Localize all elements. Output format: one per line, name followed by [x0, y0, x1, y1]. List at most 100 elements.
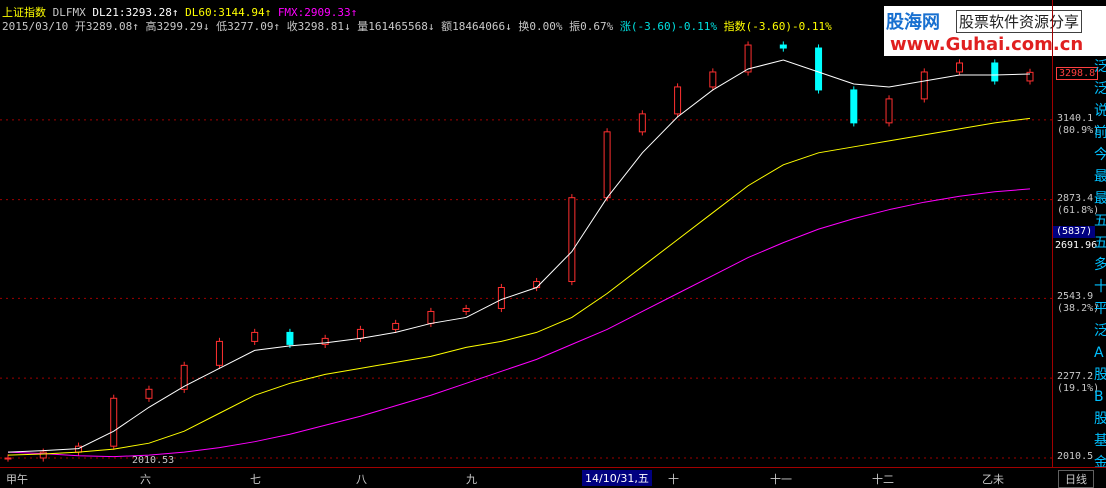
candle	[638, 110, 646, 136]
quote-date: 2015/03/10	[2, 20, 69, 33]
indicator-name: DLFMX	[52, 6, 86, 19]
candle	[1026, 68, 1034, 85]
candle	[885, 95, 893, 127]
candle-body	[920, 71, 928, 100]
candle-body	[850, 89, 858, 124]
candle	[533, 277, 541, 292]
x-tick-label-4: 九	[466, 473, 477, 486]
candle	[815, 44, 823, 94]
x-tick-label-5: 十	[668, 473, 679, 486]
quote-low: 低3277.09↑	[216, 20, 281, 33]
quote-amount: 额18464066↓	[441, 20, 512, 33]
candle-body	[533, 281, 541, 289]
current-price-tag: 3298.8	[1056, 67, 1099, 80]
dl60-line	[7, 117, 1031, 456]
candle	[215, 337, 223, 369]
x-tick-label-7: 十二	[872, 473, 894, 486]
candle-body	[885, 98, 893, 124]
fmx-value: FMX:2909.33↑	[277, 6, 358, 19]
cursor-count-tag: (5837)	[1053, 226, 1096, 238]
quote-index-change: 指数(-3.60)-0.11%	[723, 20, 832, 33]
candle	[392, 319, 400, 334]
candle	[709, 68, 717, 91]
candle-body	[356, 328, 364, 339]
candle	[462, 304, 470, 316]
candle	[321, 334, 329, 348]
y-tick-pct-1: (61.8%)	[1057, 204, 1100, 216]
quote-high: 高3299.29↓	[145, 20, 210, 33]
chart-header-indicators: 上证指数 DLFMX DL21:3293.28↑ DL60:3144.94↑ F…	[2, 6, 357, 19]
y-tick-pct-2: (38.2%)	[1057, 303, 1100, 315]
dl60-value: DL60:3144.94↑	[185, 6, 272, 19]
candle-body	[568, 197, 576, 283]
x-tick-label-0: 甲午	[6, 473, 28, 486]
chart-header-quote: 2015/03/10 开3289.08↑ 高3299.29↓ 低3277.09↑…	[2, 20, 832, 33]
x-tick-label-8: 乙未	[982, 473, 1004, 486]
candle-body	[392, 322, 400, 330]
candle	[110, 394, 118, 450]
candles	[4, 41, 1034, 462]
candle	[956, 59, 964, 76]
y-tick-pct-3: (19.1%)	[1057, 383, 1100, 395]
x-tick-label-6: 十一	[770, 473, 792, 486]
candle-body	[709, 71, 717, 88]
period-button[interactable]: 日线	[1058, 470, 1094, 488]
x-tick-label-3: 八	[356, 473, 367, 486]
candle-body	[497, 287, 505, 309]
dl21-value: DL21:3293.28↑	[92, 6, 179, 19]
candle	[497, 283, 505, 313]
candle	[286, 328, 294, 348]
y-tick-label-0: 3140.1	[1057, 112, 1094, 124]
candle-body	[110, 397, 118, 447]
candle	[779, 41, 787, 52]
candle-body	[815, 47, 823, 91]
index-title[interactable]: 上证指数	[2, 6, 46, 19]
quote-change: 涨(-3.60)-0.11%	[619, 20, 717, 33]
candle	[145, 385, 153, 402]
quote-open: 开3289.08↑	[74, 20, 139, 33]
fmx-line	[7, 188, 1031, 458]
logo-name: 股海网	[886, 12, 940, 33]
candle-body	[215, 340, 223, 366]
candle-body	[638, 113, 646, 133]
candle-body	[4, 457, 12, 460]
candle	[251, 328, 259, 345]
candle-body	[286, 331, 294, 345]
min-price-label: 2010.53	[132, 455, 175, 466]
dl21-line	[7, 59, 1031, 453]
grid-lines	[0, 119, 1052, 459]
candle-body	[779, 44, 787, 49]
date-axis: 甲午 六 七 八 九 十 十一 十二 乙未 14/10/31,五 日线	[0, 467, 1106, 488]
candle	[674, 83, 682, 118]
quote-close: 收3298.81↓	[286, 20, 351, 33]
candle-body	[251, 331, 259, 342]
y-tick-pct-0: (80.9%)	[1057, 124, 1100, 136]
y-tick-label-4: 2010.5	[1057, 451, 1094, 462]
candle-body	[956, 62, 964, 73]
candle	[603, 128, 611, 202]
candle-body	[145, 388, 153, 399]
y-tick-label-2: 2543.9	[1057, 291, 1094, 303]
cursor-value-tag: 2691.96	[1055, 240, 1098, 251]
quote-amplitude: 振0.67%	[569, 20, 614, 33]
candle-body	[991, 62, 999, 82]
candle-body	[462, 307, 470, 312]
y-tick-label-3: 2277.2	[1057, 371, 1094, 383]
y-tick-label-1: 2873.4	[1057, 192, 1094, 204]
candle	[850, 86, 858, 127]
candle-body	[674, 86, 682, 115]
candle	[920, 68, 928, 103]
candle-body	[39, 451, 47, 459]
x-tick-label-1: 六	[140, 473, 151, 486]
candle	[568, 194, 576, 286]
quote-turnover: 换0.00%	[518, 20, 563, 33]
side-panel-cut-off[interactable]: 泛泛说前今最最五五多十平泛A股B股基金债权其他A股B	[1094, 56, 1106, 467]
cursor-date-tag: 14/10/31,五	[582, 470, 652, 486]
candlestick-chart[interactable]	[0, 0, 1106, 487]
quote-volume: 量161465568↓	[357, 20, 435, 33]
candle-body	[603, 131, 611, 199]
candle	[991, 59, 999, 85]
candle	[180, 361, 188, 393]
x-tick-label-2: 七	[250, 473, 261, 486]
candle-body	[427, 310, 435, 324]
